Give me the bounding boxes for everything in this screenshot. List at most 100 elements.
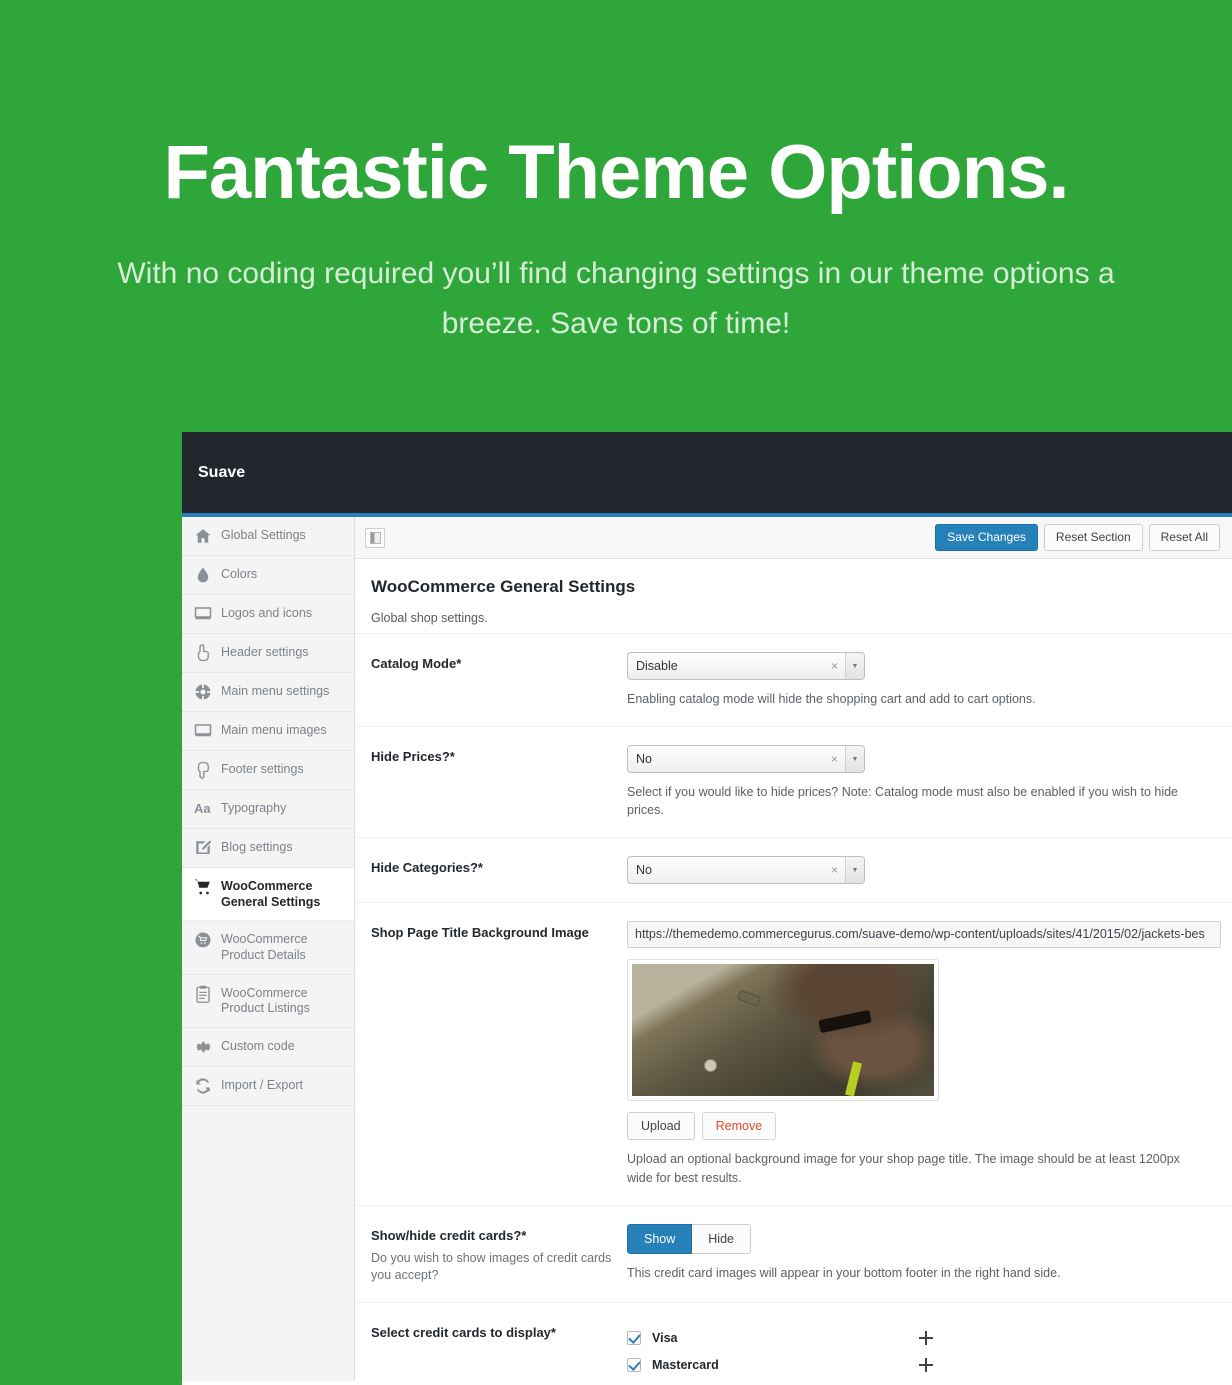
text-aa-icon: Aa: [194, 801, 211, 816]
clear-icon[interactable]: ×: [824, 752, 845, 766]
sidebar-item-global-settings[interactable]: Global Settings: [182, 517, 354, 556]
field-label: Hide Categories?*: [371, 860, 483, 876]
jacket-photo-thumbnail: [632, 964, 934, 1097]
home-icon: [194, 527, 212, 545]
shop-bg-image-url-input[interactable]: https://themedemo.commercegurus.com/suav…: [627, 921, 1221, 949]
sidebar-item-label: WooCommerce Product Listings: [221, 985, 310, 1016]
checkbox-mastercard[interactable]: [627, 1358, 641, 1373]
sidebar-item-header-settings[interactable]: Header settings: [182, 634, 354, 673]
sidebar-item-typography[interactable]: Aa Typography: [182, 790, 354, 829]
list-item[interactable]: Mastercard: [627, 1352, 947, 1379]
show-hide-toggle-group: Show Hide: [627, 1223, 751, 1254]
sidebar-item-woocommerce-product-details[interactable]: WooCommerce Product Details: [182, 921, 354, 975]
list-item[interactable]: Paypal: [627, 1379, 947, 1385]
drag-handle-icon[interactable]: [919, 1331, 933, 1346]
field-label-wrap: Shop Page Title Background Image: [371, 921, 627, 942]
field-sublabel: Do you wish to show images of credit car…: [371, 1251, 612, 1283]
sidebar-item-woocommerce-product-listings[interactable]: WooCommerce Product Listings: [182, 975, 354, 1028]
sidebar-item-woocommerce-general-settings[interactable]: WooCommerce General Settings: [182, 868, 354, 922]
credit-card-label: Visa: [652, 1331, 678, 1346]
field-hide-categories: Hide Categories?* No × ▼: [355, 837, 1232, 902]
pencil-square-icon: [194, 839, 212, 857]
sidebar-item-label: Typography: [221, 801, 287, 815]
hero-banner: Fantastic Theme Options. With no coding …: [0, 0, 1232, 432]
theme-options-panel: Suave Global Settings Colors Logos and i…: [182, 432, 1232, 1385]
field-control: https://themedemo.commercegurus.com/suav…: [627, 921, 1221, 1186]
sidebar-item-label: Blog settings: [221, 840, 293, 854]
gear-icon: [194, 1038, 212, 1056]
show-toggle-button[interactable]: Show: [627, 1223, 693, 1254]
chevron-down-icon[interactable]: ▼: [845, 857, 864, 884]
field-control: No × ▼ Select if you would like to hide …: [627, 745, 1216, 819]
sidebar-item-main-menu-images[interactable]: Main menu images: [182, 712, 354, 751]
upload-button[interactable]: Upload: [627, 1112, 695, 1141]
field-label: Show/hide credit cards?*: [371, 1227, 527, 1243]
monitor-icon: [194, 605, 212, 623]
clear-icon[interactable]: ×: [824, 659, 845, 673]
clear-icon[interactable]: ×: [824, 863, 845, 877]
settings-toolbar: Save Changes Reset Section Reset All: [355, 517, 1232, 559]
hide-prices-value: No: [636, 752, 652, 767]
field-control: Visa Mastercard Paypal: [627, 1321, 1216, 1385]
catalog-mode-value: Disable: [636, 659, 678, 673]
chevron-down-icon[interactable]: ▼: [845, 746, 864, 773]
hide-prices-select[interactable]: No × ▼: [627, 745, 865, 774]
field-help-text: Upload an optional background image for …: [627, 1152, 1180, 1185]
sidebar-item-label: Global Settings: [221, 528, 306, 542]
settings-sidebar: Global Settings Colors Logos and icons H…: [182, 517, 355, 1381]
field-label: Catalog Mode*: [371, 656, 462, 671]
sidebar-item-blog-settings[interactable]: Blog settings: [182, 829, 354, 868]
panel-header: Suave: [182, 432, 1232, 517]
sidebar-item-label: Header settings: [221, 645, 309, 659]
field-shop-page-title-background-image: Shop Page Title Background Image https:/…: [355, 902, 1232, 1204]
sidebar-item-import-export[interactable]: Import / Export: [182, 1067, 354, 1106]
save-changes-button[interactable]: Save Changes: [935, 523, 1038, 552]
expand-panel-icon[interactable]: [365, 527, 385, 548]
reset-section-button[interactable]: Reset Section: [1043, 523, 1143, 552]
field-hide-prices: Hide Prices?* No × ▼ Select if you would…: [355, 726, 1232, 837]
field-label: Shop Page Title Background Image: [371, 925, 589, 941]
brand-title: Suave: [198, 463, 246, 481]
field-show-hide-credit-cards: Show/hide credit cards?* Do you wish to …: [355, 1204, 1232, 1302]
shopping-cart-icon: [194, 878, 212, 896]
hero-subtitle: With no coding required you’ll find chan…: [117, 257, 1115, 340]
checkbox-visa[interactable]: [627, 1331, 641, 1346]
list-item[interactable]: Visa: [627, 1325, 947, 1352]
sidebar-item-main-menu-settings[interactable]: Main menu settings: [182, 673, 354, 712]
field-select-credit-cards: Select credit cards to display* Visa Mas…: [355, 1301, 1232, 1385]
pointing-down-hand-icon: [194, 761, 212, 779]
sidebar-item-label: Custom code: [221, 1038, 295, 1053]
settings-content: Save Changes Reset Section Reset All Woo…: [355, 517, 1232, 1381]
credit-card-label: Mastercard: [652, 1358, 719, 1373]
drag-handle-icon[interactable]: [919, 1358, 933, 1373]
sidebar-item-label: Main menu settings: [221, 684, 330, 698]
hide-categories-select[interactable]: No × ▼: [627, 856, 865, 885]
hide-categories-value: No: [636, 863, 652, 878]
field-help-text: Enabling catalog mode will hide the shop…: [627, 692, 1036, 706]
sidebar-item-custom-code[interactable]: Custom code: [182, 1028, 354, 1067]
panel-body: Global Settings Colors Logos and icons H…: [182, 517, 1232, 1381]
field-label-wrap: Hide Categories?*: [371, 856, 627, 877]
field-help-text: Select if you would like to hide prices?…: [627, 785, 1179, 818]
credit-card-options-list: Visa Mastercard Paypal: [627, 1321, 1216, 1385]
field-control: Disable × ▼ Enabling catalog mode will h…: [627, 652, 1216, 708]
remove-button[interactable]: Remove: [701, 1112, 777, 1141]
sidebar-item-logos-and-icons[interactable]: Logos and icons: [182, 595, 354, 634]
reset-all-button[interactable]: Reset All: [1148, 523, 1220, 552]
sidebar-item-footer-settings[interactable]: Footer settings: [182, 751, 354, 790]
coat-button-shape: [704, 1059, 718, 1073]
sidebar-item-colors[interactable]: Colors: [182, 556, 354, 595]
catalog-mode-select[interactable]: Disable × ▼: [627, 652, 865, 680]
field-control: No × ▼: [627, 856, 1216, 885]
field-label: Hide Prices?*: [371, 749, 455, 765]
chevron-down-icon[interactable]: ▼: [845, 653, 864, 679]
hide-toggle-button[interactable]: Hide: [692, 1223, 751, 1254]
page-title: Fantastic Theme Options.: [163, 130, 1069, 215]
sidebar-item-label: Footer settings: [221, 762, 304, 776]
section-header: WooCommerce General Settings Global shop…: [355, 559, 1232, 633]
refresh-icon: [194, 1077, 212, 1095]
pointing-up-hand-icon: [194, 644, 212, 662]
field-label-wrap: Hide Prices?*: [371, 745, 627, 766]
sidebar-item-label: Import / Export: [221, 1077, 303, 1092]
gear-circle-icon: [194, 683, 212, 701]
